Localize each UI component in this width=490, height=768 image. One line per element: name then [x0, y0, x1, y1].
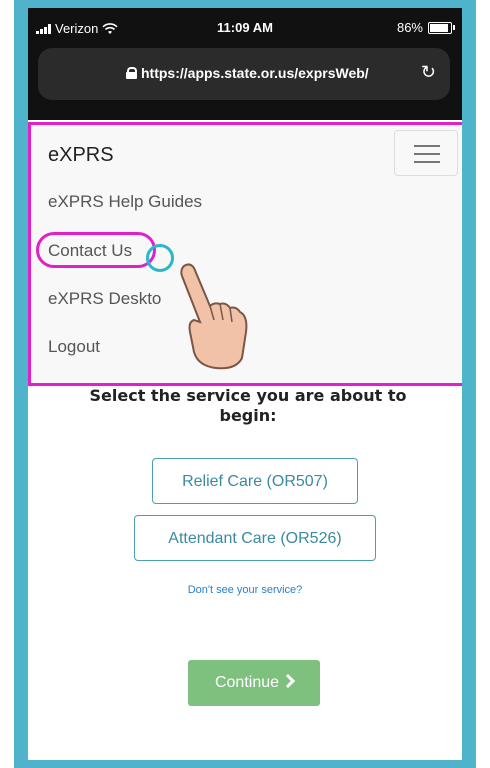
relief-care-button[interactable]: Relief Care (OR507)	[152, 458, 358, 504]
status-bar: Verizon 11:09 AM 86%	[28, 8, 462, 44]
attendant-care-button[interactable]: Attendant Care (OR526)	[134, 515, 376, 561]
menu-highlight-box	[28, 122, 462, 386]
dont-see-service-link[interactable]: Don't see your service?	[28, 584, 462, 596]
lock-icon	[126, 67, 137, 79]
url-text[interactable]: https://apps.state.or.us/exprsWeb/	[141, 65, 369, 81]
reload-icon[interactable]: ↻	[421, 62, 436, 83]
chevron-right-icon	[280, 673, 296, 689]
browser-toolbar: https://apps.state.or.us/exprsWeb/ ↻	[28, 44, 462, 120]
phone-screen: Verizon 11:09 AM 86% https://apps.state.…	[28, 8, 462, 760]
continue-label: Continue	[214, 674, 280, 691]
page-title: Select the service you are about to begi…	[89, 386, 407, 425]
address-bar[interactable]: https://apps.state.or.us/exprsWeb/ ↻	[38, 48, 450, 100]
continue-button[interactable]: Continue	[188, 660, 320, 706]
battery-icon	[428, 21, 455, 34]
battery-percent: 86%	[396, 20, 423, 35]
